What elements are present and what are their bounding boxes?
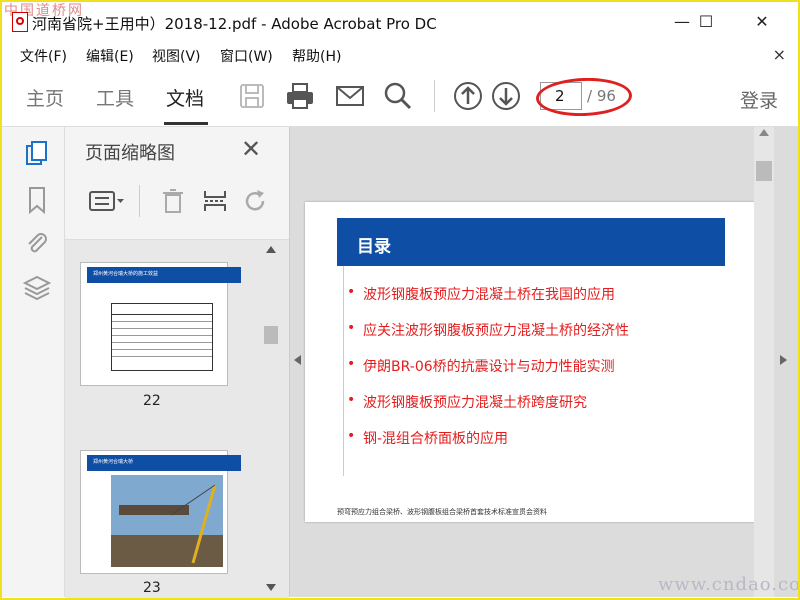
thumb-header-bar: 郑州黄河合瑞大桥的施工效益 xyxy=(87,267,241,283)
search-icon[interactable] xyxy=(382,80,414,112)
thumb-header-text: 郑州黄河合瑞大桥的施工效益 xyxy=(93,271,159,277)
thumbnails-panel: 页面缩略图 ✕ 郑州黄河合瑞大桥的施工效益 22 郑州黄河合瑞大桥 23 xyxy=(65,127,290,598)
thumbnails-list: 郑州黄河合瑞大桥的施工效益 22 郑州黄河合瑞大桥 23 xyxy=(65,239,289,598)
thumbnail-page-23[interactable]: 郑州黄河合瑞大桥 xyxy=(80,450,241,574)
toc-item: • 伊朗BR-06桥的抗震设计与动力性能实测 xyxy=(347,356,615,375)
title-bar: 中国道桥网 河南省院+王用中）2018-12.pdf - Adobe Acrob… xyxy=(2,2,798,42)
page-thumbnails-icon[interactable] xyxy=(22,139,52,169)
tab-document[interactable]: 文档 xyxy=(166,84,204,111)
page-footer: 预弯预应力组合梁桥、波形钢腹板组合梁桥首套技术标准宣贯会资料 xyxy=(337,508,547,516)
tab-home[interactable]: 主页 xyxy=(26,84,64,111)
extract-page-icon[interactable] xyxy=(201,187,229,215)
main-toolbar: 主页 工具 文档 2 / 96 登录 xyxy=(2,68,798,127)
app-window: 中国道桥网 河南省院+王用中）2018-12.pdf - Adobe Acrob… xyxy=(0,0,800,600)
email-icon[interactable] xyxy=(334,80,366,112)
thumb-header-text: 郑州黄河合瑞大桥 xyxy=(93,459,134,465)
toc-item: • 钢-混组合桥面板的应用 xyxy=(347,428,509,447)
print-icon[interactable] xyxy=(284,80,316,112)
toc-divider xyxy=(343,266,344,476)
save-icon[interactable] xyxy=(236,80,268,112)
close-window-button[interactable]: ✕ xyxy=(742,8,782,36)
toc-item: • 应关注波形钢腹板预应力混凝土桥的经济性 xyxy=(347,320,629,339)
collapse-left-panel-arrow[interactable] xyxy=(294,355,301,365)
menu-help[interactable]: 帮助(H) xyxy=(292,46,341,66)
rotate-icon[interactable] xyxy=(241,187,269,215)
menu-edit[interactable]: 编辑(E) xyxy=(86,46,134,66)
next-page-icon[interactable] xyxy=(490,80,522,112)
layers-icon[interactable] xyxy=(22,273,52,303)
menu-bar: 文件(F) 编辑(E) 视图(V) 窗口(W) 帮助(H) × xyxy=(2,42,798,68)
bookmark-icon[interactable] xyxy=(22,185,52,215)
active-tab-indicator xyxy=(164,122,208,125)
window-title: 河南省院+王用中）2018-12.pdf - Adobe Acrobat Pro… xyxy=(32,15,437,33)
document-scrollbar[interactable] xyxy=(754,127,774,597)
maximize-button[interactable]: ☐ xyxy=(686,8,726,36)
collapse-right-panel-arrow[interactable] xyxy=(780,355,787,365)
login-button[interactable]: 登录 xyxy=(740,86,778,113)
panel-tool-separator xyxy=(139,185,140,217)
thumbnail-label-22: 22 xyxy=(143,393,161,409)
acrobat-app-icon xyxy=(12,12,28,32)
options-menu-icon[interactable] xyxy=(87,187,127,215)
watermark-bottom: www.cndao.com xyxy=(658,574,800,595)
close-document-button[interactable]: × xyxy=(773,45,786,64)
thumbnail-page-22[interactable]: 郑州黄河合瑞大桥的施工效益 xyxy=(80,262,241,386)
prev-page-icon[interactable] xyxy=(452,80,484,112)
page-header: 目录 xyxy=(337,218,725,266)
thumbnail-label-23: 23 xyxy=(143,580,161,596)
close-panel-button[interactable]: ✕ xyxy=(241,135,261,163)
toolbar-separator xyxy=(434,80,435,112)
thumb-bridge-photo xyxy=(111,475,223,567)
navigation-rail xyxy=(2,127,65,597)
toc-item: • 波形钢腹板预应力混凝土桥在我国的应用 xyxy=(347,284,615,303)
page-header-title: 目录 xyxy=(357,237,391,257)
menu-window[interactable]: 窗口(W) xyxy=(220,46,273,66)
menu-file[interactable]: 文件(F) xyxy=(20,46,67,66)
attachment-icon[interactable] xyxy=(22,229,52,259)
toc-item: • 波形钢腹板预应力混凝土桥跨度研究 xyxy=(347,392,587,411)
pdf-page: 目录 • 波形钢腹板预应力混凝土桥在我国的应用 • 应关注波形钢腹板预应力混凝土桥的… xyxy=(305,202,755,522)
tab-tools[interactable]: 工具 xyxy=(96,84,134,111)
thumb-header-bar: 郑州黄河合瑞大桥 xyxy=(87,455,241,471)
thumb-table xyxy=(111,303,213,371)
menu-view[interactable]: 视图(V) xyxy=(152,46,201,66)
thumbnails-scrollbar[interactable] xyxy=(262,240,280,598)
document-viewer: 目录 • 波形钢腹板预应力混凝土桥在我国的应用 • 应关注波形钢腹板预应力混凝土桥的… xyxy=(290,127,798,597)
panel-title: 页面缩略图 xyxy=(85,143,175,164)
delete-page-icon[interactable] xyxy=(159,187,187,215)
